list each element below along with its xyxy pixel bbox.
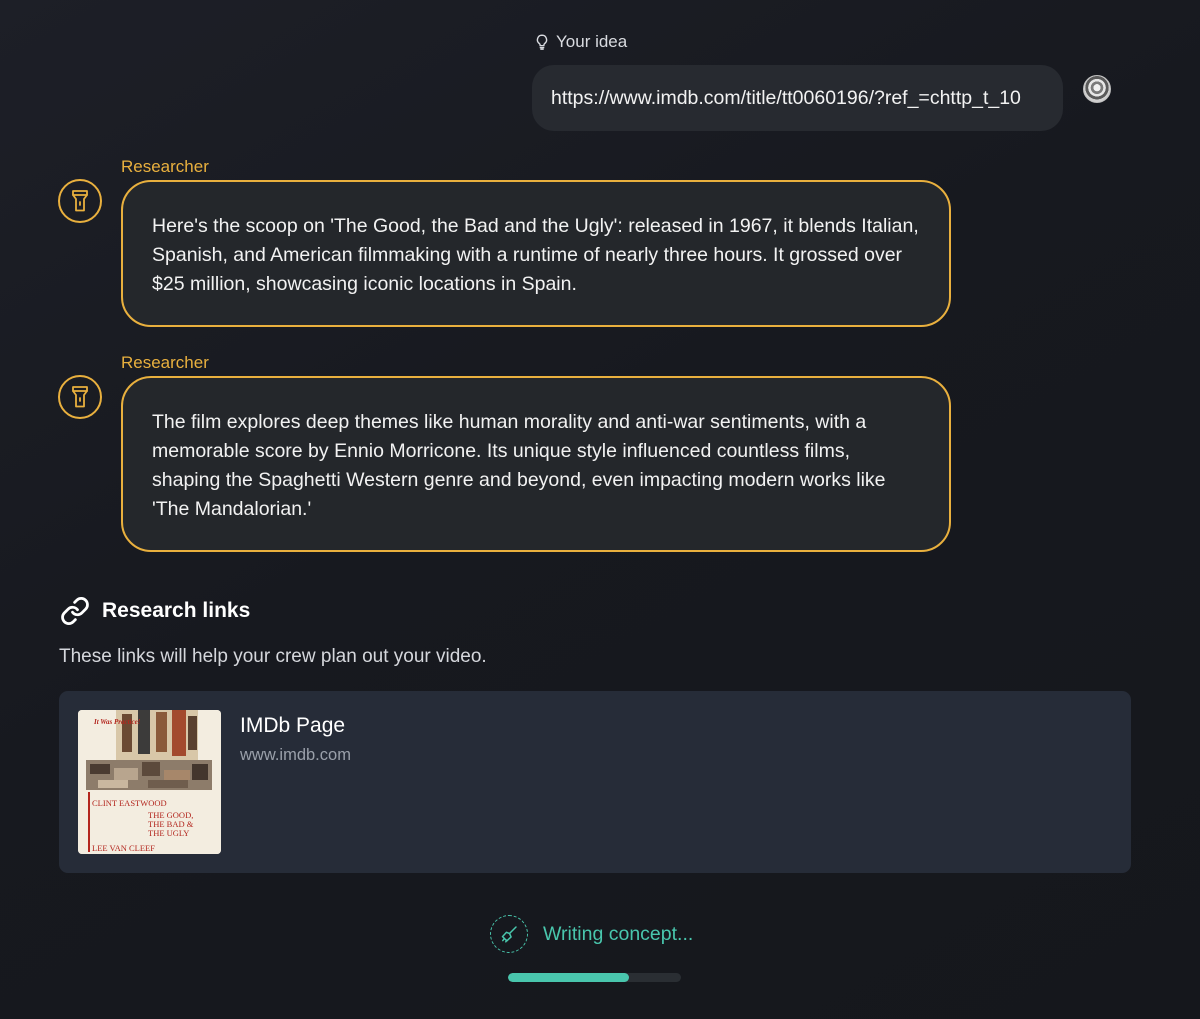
user-message-bubble: https://www.imdb.com/title/tt0060196/?re… (532, 65, 1063, 131)
avatar[interactable] (1083, 75, 1111, 103)
thumbnail-title-line: THE UGLY (148, 828, 189, 838)
flashlight-icon (58, 375, 102, 419)
thumbnail-corner-text: It Was Practice! (93, 718, 141, 726)
thumbnail-credit-bottom: LEE VAN CLEEF (92, 843, 155, 853)
research-links-description: These links will help your crew plan out… (59, 646, 487, 667)
agent-message-author: Researcher (121, 353, 209, 372)
status-text: Writing concept... (543, 922, 694, 945)
status-indicator: Writing concept... (490, 915, 693, 953)
link-icon (60, 596, 90, 626)
thumbnail-credit-top: CLINT EASTWOOD (92, 798, 167, 808)
flashlight-icon (58, 179, 102, 223)
research-link-card[interactable]: It Was Practice! CLINT EASTWOOD THE GOOD… (59, 691, 1131, 873)
lightbulb-icon (535, 34, 549, 50)
research-links-title: Research links (102, 599, 251, 622)
progress-fill (508, 973, 630, 982)
research-links-heading: Research links (60, 596, 250, 626)
user-message-label-text: Your idea (556, 32, 628, 51)
broom-icon (490, 915, 528, 953)
link-title[interactable]: IMDb Page (240, 714, 345, 738)
agent-message-bubble: Here's the scoop on 'The Good, the Bad a… (121, 180, 951, 327)
link-domain: www.imdb.com (240, 746, 351, 764)
agent-message-author: Researcher (121, 157, 209, 176)
progress-bar (508, 973, 681, 982)
agent-message-bubble: The film explores deep themes like human… (121, 376, 951, 552)
link-thumbnail: It Was Practice! CLINT EASTWOOD THE GOOD… (78, 710, 221, 854)
user-message-label: Your idea (535, 32, 627, 52)
